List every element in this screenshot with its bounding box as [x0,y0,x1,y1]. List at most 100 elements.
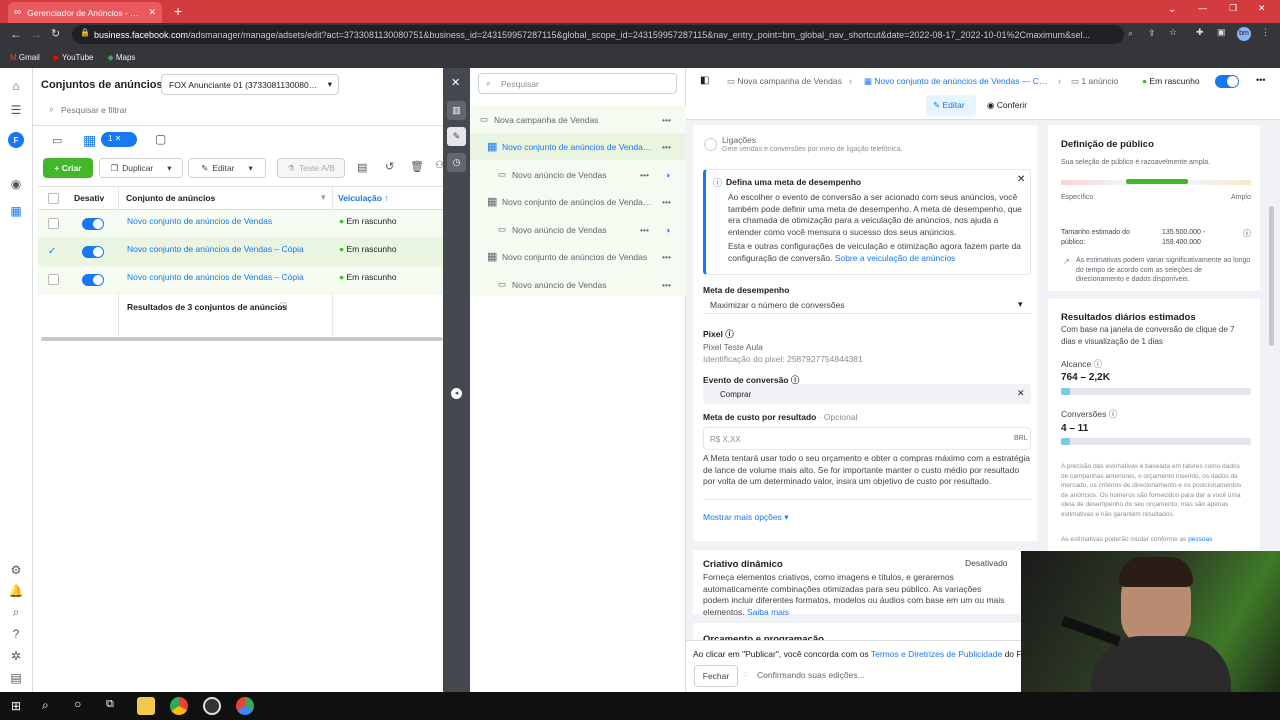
selected-count-pill[interactable]: 1 ✕ [101,132,137,147]
browser-tab[interactable]: ∞ Gerenciador de Anúncios - Gere ✕ [8,2,162,23]
archive-icon[interactable]: ▤ [357,161,367,174]
extensions-icon[interactable]: ✚ [1196,27,1204,38]
tree-item-campaign[interactable]: ▭ Nova campanha de Vendas ••• [470,106,686,133]
bookmark-star-icon[interactable]: ☆ [1169,27,1177,38]
row-checkbox[interactable] [48,218,59,229]
more-icon[interactable]: ••• [662,142,671,152]
cortana-icon[interactable]: ○ [74,697,81,711]
ab-test-button[interactable]: ⚗ Teste A/B [277,158,345,178]
edit-pencil-icon[interactable]: ✎ [447,127,466,146]
table-row[interactable]: ✓ Novo conjunto de anúncios de Vendas – … [38,238,443,266]
url-field[interactable]: 🔒 business.facebook.com /adsmanager/mana… [72,25,1133,44]
sort-icon[interactable]: ▾ [321,192,326,203]
col-delivery[interactable]: Veiculação ↑ [338,193,389,203]
reload-icon[interactable]: ↻ [51,27,60,40]
breadcrumb-ads[interactable]: ▭ 1 anúncio [1071,76,1118,87]
chrome-icon[interactable] [170,697,188,715]
campaigns-grid-icon[interactable]: ▦ [8,203,24,219]
select-all-checkbox[interactable] [48,193,59,204]
tree-item-adset[interactable]: ▦ Novo conjunto de anúncios de Vendas...… [470,188,686,215]
notifications-icon[interactable]: ◉ [8,176,24,192]
delete-icon[interactable]: 🗑 [410,160,424,173]
search-icon[interactable]: ⌕ [42,698,49,713]
info-icon[interactable]: ⓘ [1094,359,1103,369]
tab-search-icon[interactable]: ⌄ [1168,4,1176,15]
notice-close-icon[interactable]: ✕ [1017,174,1025,185]
close-button[interactable]: Fechar [694,665,738,687]
tree-search[interactable]: ⌕ Pesquisar [478,73,677,94]
col-name[interactable]: Conjunto de anúncios [126,193,215,203]
file-explorer-icon[interactable] [137,697,155,715]
breadcrumb-adset[interactable]: ▦ Novo conjunto de anúncios de Vendas — … [864,76,1052,87]
more-options-link[interactable]: Mostrar mais opções ▾ [703,512,789,523]
row-toggle[interactable] [82,218,104,230]
profile-avatar[interactable]: bm [1237,27,1251,41]
account-selector[interactable]: FOX Anunciante 01 (37330811300807... ▾ [161,74,339,95]
panel-toggle-icon[interactable]: ◧ [700,75,709,86]
chrome-profile-icon[interactable] [236,697,254,715]
forward-icon[interactable]: → [30,27,42,41]
more-icon[interactable]: ••• [662,197,671,207]
calls-radio[interactable] [704,138,717,151]
obs-icon[interactable] [203,697,221,715]
goal-select[interactable]: Maximizar o número de conversões ▾ [703,296,1031,314]
collapse-icon[interactable]: ◂ [451,388,462,399]
clear-icon[interactable]: ✕ [1017,388,1025,399]
cost-input[interactable]: R$ X,XX BRL [703,427,1031,450]
duplicate-button[interactable]: ❐ Duplicar ▾ [99,158,183,178]
row-name[interactable]: Novo conjunto de anúncios de Vendas – Có… [127,244,327,254]
row-toggle[interactable] [82,274,104,286]
sidepanel-icon[interactable]: ▣ [1217,27,1226,38]
history-icon[interactable]: ◷ [447,153,466,172]
undo-icon[interactable]: ↺ [385,160,394,173]
search-input[interactable] [61,102,431,118]
tab-edit[interactable]: ✎ Editar [926,95,976,116]
people-link[interactable]: pessoas [1188,536,1212,543]
home-icon[interactable]: ⌂ [8,78,24,94]
more-icon[interactable]: ••• [1256,75,1265,85]
terms-link[interactable]: Termos e Diretrizes de Publicidade [871,649,1002,659]
horizontal-scrollbar[interactable] [41,337,443,341]
bookmark-gmail[interactable]: M Gmail [10,53,40,62]
row-name[interactable]: Novo conjunto de anúncios de Vendas [127,216,327,226]
event-select[interactable]: Comprar ✕ [703,384,1031,404]
more-icon[interactable]: ••• [640,225,649,235]
new-tab-button[interactable]: + [174,3,182,19]
zoom-icon[interactable]: ⌕ [1128,28,1133,39]
create-button[interactable]: + Criar [43,158,93,178]
more-icon[interactable]: ••• [662,115,671,125]
row-checkbox[interactable]: ✓ [48,246,59,257]
account-avatar[interactable]: F [8,132,24,148]
tree-item-adset[interactable]: ▦ Novo conjunto de anúncios de Vendas...… [470,133,686,160]
share-icon[interactable]: ⇪ [1148,28,1156,39]
help-icon[interactable]: ? [8,626,24,642]
table-row[interactable]: Novo conjunto de anúncios de Vendas – Có… [38,266,443,294]
row-toggle[interactable] [82,246,104,258]
info-icon[interactable]: ⓘ [1243,228,1251,239]
vertical-scrollbar[interactable] [1269,206,1274,346]
tree-item-ad[interactable]: ▭ Novo anúncio de Vendas ••• ◑ [470,161,686,188]
tab-review[interactable]: ◉ Conferir [987,100,1027,111]
bookmark-youtube[interactable]: ▶ YouTube [54,53,94,62]
info-icon[interactable]: ⓘ [1109,409,1118,419]
info-icon[interactable]: ⓘ [725,329,734,339]
close-editor-icon[interactable]: ✕ [451,76,460,89]
folder-icon[interactable]: ▭ [52,134,62,147]
menu-dots-icon[interactable]: ⋮ [1261,27,1270,38]
minimize-icon[interactable]: — [1198,3,1207,13]
table-row[interactable]: Novo conjunto de anúncios de Vendas ● Em… [38,210,443,238]
settings-icon[interactable]: ⚙ [8,562,24,578]
report-icon[interactable]: ▤ [8,670,24,686]
publish-toggle[interactable] [1215,75,1239,88]
ad-view-icon[interactable]: ▢ [155,132,166,146]
stats-icon[interactable]: ▥ [447,101,466,120]
task-view-icon[interactable]: ⧉ [106,698,114,711]
restore-icon[interactable]: ❐ [1229,3,1237,14]
more-icon[interactable]: ••• [640,170,649,180]
tab-close-icon[interactable]: ✕ [148,7,156,18]
hamburger-icon[interactable]: ☰ [8,102,24,118]
search-icon[interactable]: ⌕ [8,604,24,620]
edit-button[interactable]: ✎ Editar ▾ [188,158,266,178]
close-window-icon[interactable]: ✕ [1258,3,1266,14]
learn-more-link[interactable]: Saiba mais [747,607,789,617]
